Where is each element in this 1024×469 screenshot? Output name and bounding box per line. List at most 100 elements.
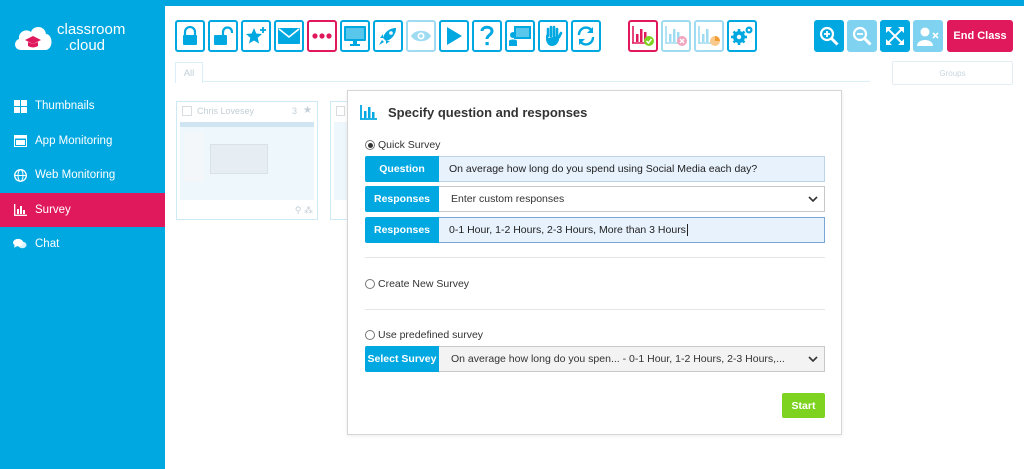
quick-survey-label: Quick Survey	[378, 139, 441, 151]
expand-icon	[886, 27, 904, 45]
start-button[interactable]: Start	[782, 393, 825, 418]
screen-preview	[180, 122, 314, 200]
play-button[interactable]	[439, 20, 469, 52]
unlock-button[interactable]	[208, 20, 238, 52]
responses-label: Responses	[365, 186, 439, 212]
rocket-icon	[379, 28, 396, 45]
sidebar-item-thumbnails[interactable]: Thumbnails	[0, 89, 165, 124]
logo: classroom .cloud	[12, 20, 152, 60]
more-options-button[interactable]	[307, 20, 337, 52]
launch-button[interactable]	[373, 20, 403, 52]
thumbnail-checkbox[interactable]	[182, 106, 192, 116]
predefined-survey-radio[interactable]	[365, 330, 375, 340]
sidebar-item-label: Survey	[35, 203, 71, 216]
refresh-icon	[577, 26, 595, 46]
thumbnail-count: 3	[291, 106, 297, 116]
presenter-icon	[509, 26, 531, 46]
survey-results-button[interactable]	[628, 20, 658, 52]
fit-screen-button[interactable]	[880, 20, 910, 52]
star-plus-icon	[246, 27, 266, 44]
tab-all[interactable]: All	[175, 62, 203, 83]
groups-button[interactable]: Groups	[892, 61, 1013, 85]
sidebar-item-web-monitoring[interactable]: Web Monitoring	[0, 158, 165, 193]
hand-raise-button[interactable]	[538, 20, 568, 52]
quick-survey-option[interactable]: Quick Survey	[365, 139, 440, 151]
sidebar-item-label: App Monitoring	[35, 134, 113, 147]
zoom-in-button[interactable]	[814, 20, 844, 52]
sidebar-nav: Thumbnails App Monitoring Web Monitoring…	[0, 89, 165, 262]
question-field: Question On average how long do you spen…	[365, 156, 825, 182]
preview-bar	[180, 122, 314, 127]
divider	[365, 257, 825, 258]
select-survey-label: Select Survey	[365, 346, 439, 372]
preview-sidebar	[184, 132, 204, 182]
student-name: Chris Lovesey	[197, 106, 255, 116]
responses-select-value: Enter custom responses	[451, 193, 565, 205]
star-icon[interactable]: ★	[303, 105, 312, 116]
dots-icon	[312, 33, 332, 39]
show-screen-button[interactable]	[340, 20, 370, 52]
sidebar-item-app-monitoring[interactable]: App Monitoring	[0, 124, 165, 159]
chart-pie-icon	[698, 26, 720, 46]
hand-icon	[546, 25, 563, 46]
logo-text: classroom .cloud	[57, 22, 125, 54]
select-survey-value: On average how long do you spen... - 0-1…	[451, 353, 785, 365]
message-button[interactable]	[274, 20, 304, 52]
end-class-button[interactable]: End Class	[947, 20, 1013, 52]
presenter-button[interactable]	[505, 20, 535, 52]
sidebar-item-survey[interactable]: Survey	[0, 192, 165, 227]
gears-icon	[731, 26, 753, 45]
sidebar: classroom .cloud Thumbnails App Monitori…	[0, 0, 165, 469]
text-cursor	[686, 224, 688, 236]
chat-bubbles-icon	[13, 237, 27, 251]
sidebar-item-label: Thumbnails	[35, 100, 95, 113]
thumbnail-status-icons: ⚲ ⁂	[294, 205, 313, 215]
responses-select-field: Responses Enter custom responses	[365, 186, 825, 212]
quick-survey-radio[interactable]	[365, 140, 375, 150]
top-accent-line	[165, 0, 1024, 6]
zoom-out-icon	[852, 26, 872, 46]
chevron-down-icon	[808, 196, 818, 203]
logo-line-2: .cloud	[65, 37, 106, 54]
chart-check-icon	[632, 26, 654, 46]
watch-button[interactable]	[406, 20, 436, 52]
settings-button[interactable]	[727, 20, 757, 52]
unlock-icon	[214, 26, 233, 45]
chevron-down-icon	[808, 356, 818, 363]
group-tabs: All	[175, 62, 870, 83]
create-new-survey-label: Create New Survey	[378, 278, 470, 290]
survey-pie-button[interactable]	[694, 20, 724, 52]
help-button[interactable]	[472, 20, 502, 52]
grid-icon	[13, 99, 27, 113]
sidebar-item-chat[interactable]: Chat	[0, 227, 165, 262]
refresh-button[interactable]	[571, 20, 601, 52]
monitor-icon	[344, 26, 366, 46]
create-new-survey-option[interactable]: Create New Survey	[365, 278, 469, 290]
responses-select[interactable]: Enter custom responses	[439, 186, 825, 212]
user-remove-icon	[917, 27, 939, 46]
lock-button[interactable]	[175, 20, 205, 52]
question-label: Question	[365, 156, 439, 182]
predefined-survey-label: Use predefined survey	[378, 329, 484, 341]
zoom-out-button[interactable]	[847, 20, 877, 52]
select-survey-dropdown[interactable]: On average how long do you spen... - 0-1…	[439, 346, 825, 372]
sidebar-item-label: Chat	[35, 238, 60, 251]
student-thumbnail[interactable]: Chris Lovesey 3 ★ ⚲ ⁂	[176, 101, 318, 220]
dialog-title: Specify question and responses	[360, 105, 587, 120]
question-input[interactable]: On average how long do you spend using S…	[439, 156, 825, 182]
create-new-survey-radio[interactable]	[365, 279, 375, 289]
sidebar-item-label: Web Monitoring	[35, 169, 116, 182]
preview-window	[210, 144, 268, 174]
predefined-survey-option[interactable]: Use predefined survey	[365, 329, 483, 341]
survey-clear-button[interactable]	[661, 20, 691, 52]
globe-icon	[13, 168, 27, 182]
window-icon	[13, 134, 27, 148]
favorite-button[interactable]	[241, 20, 271, 52]
play-icon	[447, 27, 462, 45]
custom-responses-input[interactable]: 0-1 Hour, 1-2 Hours, 2-3 Hours, More tha…	[439, 217, 825, 243]
thumbnail-checkbox[interactable]	[336, 106, 345, 116]
remove-user-button[interactable]	[913, 20, 943, 52]
bar-chart-icon	[360, 105, 377, 120]
survey-dialog: Specify question and responses Quick Sur…	[347, 90, 842, 435]
question-icon	[480, 25, 494, 46]
